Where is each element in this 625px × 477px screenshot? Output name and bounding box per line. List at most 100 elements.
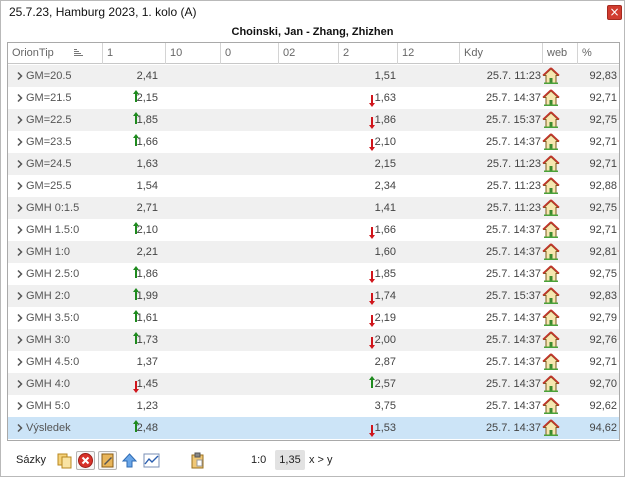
- odds-1-cell[interactable]: 1,37: [106, 351, 158, 373]
- table-row[interactable]: GMH 4:0 1,45 2,57 25.7. 14:37 92,70: [8, 373, 619, 395]
- column-header-percent[interactable]: %: [578, 43, 619, 64]
- chevron-right-icon[interactable]: [14, 114, 26, 126]
- table-row[interactable]: GMH 3.5:0 1,61 2,19 25.7. 14:37 92,79: [8, 307, 619, 329]
- arrow-down-icon: [368, 314, 376, 328]
- chevron-right-icon[interactable]: [14, 246, 26, 258]
- table-row[interactable]: GMH 3:0 1,73 2,00 25.7. 14:37 92,76: [8, 329, 619, 351]
- odds-2-cell[interactable]: 2,19: [338, 307, 396, 329]
- odds-2-cell[interactable]: 2,87: [338, 351, 396, 373]
- column-header-oriontip[interactable]: OrionTip: [8, 43, 103, 64]
- home-icon[interactable]: [542, 375, 560, 393]
- odds-2-cell[interactable]: 2,00: [338, 329, 396, 351]
- sort-icon[interactable]: [74, 49, 84, 57]
- table-row[interactable]: GM=25.5 1,54 2,34 25.7. 11:23 92,88: [8, 175, 619, 197]
- home-icon[interactable]: [542, 221, 560, 239]
- odds-1-cell[interactable]: 1,23: [106, 395, 158, 417]
- chevron-right-icon[interactable]: [14, 312, 26, 324]
- chevron-right-icon[interactable]: [14, 136, 26, 148]
- chart-button[interactable]: [142, 451, 161, 470]
- delete-button[interactable]: [76, 451, 95, 470]
- column-header-1[interactable]: 1: [103, 43, 166, 64]
- table-row[interactable]: GM=24.5 1,63 2,15 25.7. 11:23 92,71: [8, 153, 619, 175]
- home-icon[interactable]: [542, 155, 560, 173]
- table-row[interactable]: GMH 2.5:0 1,86 1,85 25.7. 14:37 92,75: [8, 263, 619, 285]
- table-row[interactable]: GMH 1:0 2,21 1,60 25.7. 14:37 92,81: [8, 241, 619, 263]
- odds-2-cell[interactable]: 1,74: [338, 285, 396, 307]
- close-button[interactable]: ×: [607, 5, 622, 20]
- home-icon[interactable]: [542, 243, 560, 261]
- home-icon[interactable]: [542, 177, 560, 195]
- chevron-right-icon[interactable]: [14, 92, 26, 104]
- chevron-right-icon[interactable]: [14, 378, 26, 390]
- odds-1-cell[interactable]: 1,63: [106, 153, 158, 175]
- odds-2-cell[interactable]: 1,41: [338, 197, 396, 219]
- copy-button[interactable]: [55, 451, 74, 470]
- table-row[interactable]: GMH 5:0 1,23 3,75 25.7. 14:37 92,62: [8, 395, 619, 417]
- table-row[interactable]: GMH 0:1.5 2,71 1,41 25.7. 11:23 92,75: [8, 197, 619, 219]
- odds-2-cell[interactable]: 3,75: [338, 395, 396, 417]
- chevron-right-icon[interactable]: [14, 70, 26, 82]
- chevron-right-icon[interactable]: [14, 158, 26, 170]
- table-row[interactable]: GMH 2:0 1,99 1,74 25.7. 15:37 92,83: [8, 285, 619, 307]
- odds-2-cell[interactable]: 1,60: [338, 241, 396, 263]
- column-header-12[interactable]: 12: [398, 43, 460, 64]
- odds-2-cell[interactable]: 1,63: [338, 87, 396, 109]
- column-header-kdy[interactable]: Kdy: [460, 43, 543, 64]
- odds-2-cell[interactable]: 2,57: [338, 373, 396, 395]
- home-icon[interactable]: [542, 111, 560, 129]
- percent-cell: 92,71: [589, 158, 617, 170]
- odds-2-cell[interactable]: 2,10: [338, 131, 396, 153]
- chevron-right-icon[interactable]: [14, 224, 26, 236]
- column-header-10[interactable]: 10: [166, 43, 221, 64]
- time-cell: 25.7. 14:37: [485, 422, 541, 434]
- chevron-right-icon[interactable]: [14, 268, 26, 280]
- table-row[interactable]: Výsledek 2,48 1,53 25.7. 14:37 94,62: [8, 417, 619, 439]
- home-icon[interactable]: [542, 67, 560, 85]
- table-row[interactable]: GM=22.5 1,85 1,86 25.7. 15:37 92,75: [8, 109, 619, 131]
- table-row[interactable]: GM=23.5 1,66 2,10 25.7. 14:37 92,71: [8, 131, 619, 153]
- column-header-02[interactable]: 02: [279, 43, 339, 64]
- home-icon[interactable]: [542, 353, 560, 371]
- odds-1-cell[interactable]: 1,54: [106, 175, 158, 197]
- chevron-right-icon[interactable]: [14, 334, 26, 346]
- odds-1-cell[interactable]: 2,21: [106, 241, 158, 263]
- upload-button[interactable]: [120, 451, 139, 470]
- home-icon[interactable]: [542, 265, 560, 283]
- home-icon[interactable]: [542, 397, 560, 415]
- home-icon[interactable]: [542, 309, 560, 327]
- home-icon[interactable]: [542, 287, 560, 305]
- chevron-right-icon[interactable]: [14, 356, 26, 368]
- odds-2-cell[interactable]: 1,53: [338, 417, 396, 439]
- chevron-right-icon[interactable]: [14, 290, 26, 302]
- column-header-2[interactable]: 2: [339, 43, 398, 64]
- time-cell: 25.7. 14:37: [485, 246, 541, 258]
- odds-2-cell[interactable]: 1,86: [338, 109, 396, 131]
- odds-1-cell[interactable]: 2,71: [106, 197, 158, 219]
- arrow-down-icon: [368, 270, 376, 284]
- column-header-0[interactable]: 0: [221, 43, 279, 64]
- arrow-down-icon: [368, 226, 376, 240]
- home-icon[interactable]: [542, 133, 560, 151]
- odds-1-cell[interactable]: 2,41: [106, 65, 158, 87]
- odds-2-cell[interactable]: 1,66: [338, 219, 396, 241]
- odds-2-cell[interactable]: 2,34: [338, 175, 396, 197]
- chevron-right-icon[interactable]: [14, 202, 26, 214]
- chevron-right-icon[interactable]: [14, 400, 26, 412]
- odds-2-cell[interactable]: 1,51: [338, 65, 396, 87]
- chevron-right-icon[interactable]: [14, 422, 26, 434]
- odds-2-cell[interactable]: 1,85: [338, 263, 396, 285]
- home-icon[interactable]: [542, 331, 560, 349]
- table-row[interactable]: GMH 1.5:0 2,10 1,66 25.7. 14:37 92,71: [8, 219, 619, 241]
- table-row[interactable]: GM=20.5 2,41 1,51 25.7. 11:23 92,83: [8, 65, 619, 87]
- chevron-right-icon[interactable]: [14, 180, 26, 192]
- home-icon[interactable]: [542, 199, 560, 217]
- selected-odds[interactable]: 1,35: [275, 450, 305, 470]
- home-icon[interactable]: [542, 89, 560, 107]
- home-icon[interactable]: [542, 419, 560, 437]
- table-row[interactable]: GM=21.5 2,15 1,63 25.7. 14:37 92,71: [8, 87, 619, 109]
- column-header-web[interactable]: web: [543, 43, 578, 64]
- odds-2-cell[interactable]: 2,15: [338, 153, 396, 175]
- edit-button[interactable]: [98, 451, 117, 470]
- table-row[interactable]: GMH 4.5:0 1,37 2,87 25.7. 14:37 92,71: [8, 351, 619, 373]
- clipboard-button[interactable]: [188, 451, 207, 470]
